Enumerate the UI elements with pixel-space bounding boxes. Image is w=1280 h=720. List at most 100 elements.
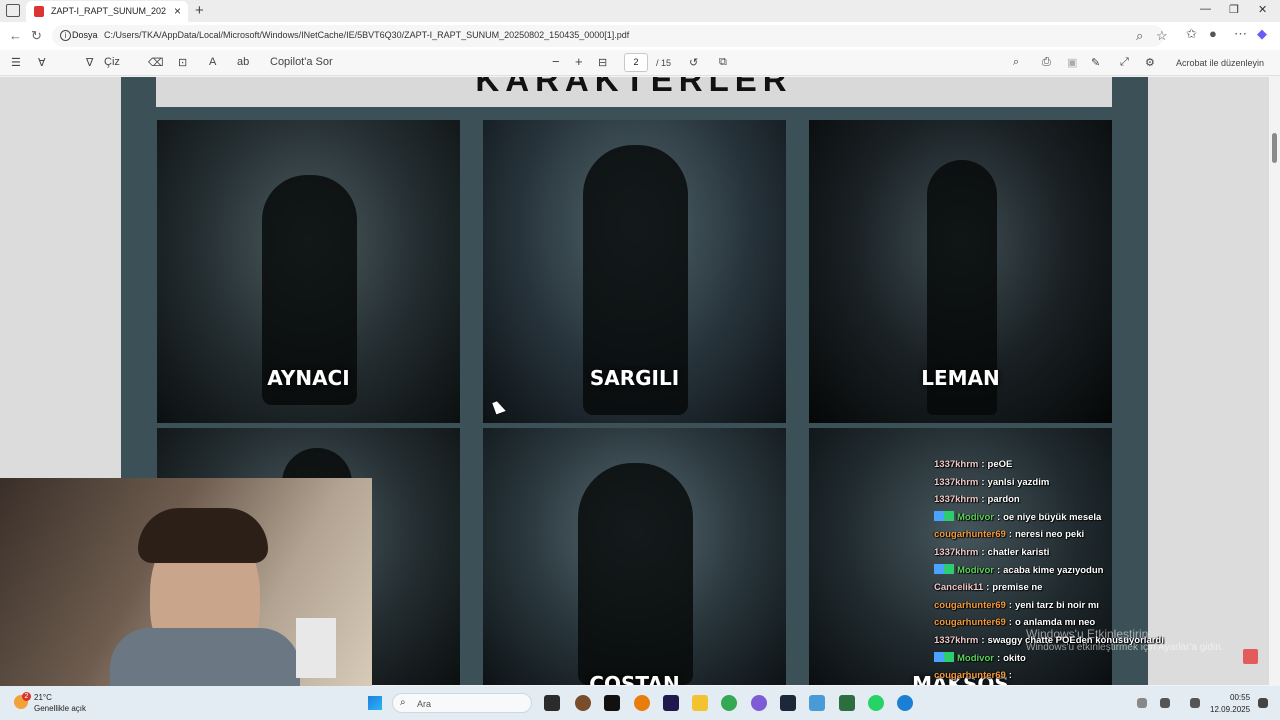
clock-time[interactable]: 00:55 — [1230, 693, 1250, 702]
info-icon[interactable]: i — [60, 30, 71, 41]
volume-icon[interactable] — [1190, 698, 1200, 708]
blender-icon[interactable] — [634, 695, 650, 711]
close-window-icon[interactable]: ✕ — [1258, 3, 1267, 16]
settings-gear-icon[interactable]: ⚙ — [1145, 56, 1155, 69]
print-icon[interactable]: ⎙ — [1042, 56, 1051, 69]
chat-username: 1337khrm — [934, 476, 979, 488]
after-effects-icon[interactable] — [663, 695, 679, 711]
character-name: AYNACI — [267, 366, 350, 390]
chrome-icon[interactable] — [721, 695, 737, 711]
contents-icon[interactable]: ☰ — [11, 56, 21, 69]
character-silhouette — [578, 463, 693, 685]
chat-separator: : — [981, 634, 985, 646]
chat-text: chatler karisti — [987, 546, 1050, 558]
task-view-icon[interactable] — [544, 695, 560, 711]
address-bar[interactable]: i Dosya C:/Users/TKA/AppData/Local/Micro… — [52, 25, 1168, 47]
app-icon[interactable] — [575, 695, 591, 711]
slide-heading: KARAKTERLER — [156, 77, 1112, 107]
eraser-icon[interactable]: ⌫ — [148, 56, 164, 69]
translate-icon[interactable]: ab — [237, 56, 249, 68]
windows-activation-watermark: Windows'u Etkinleştirin Windows'u etkinl… — [1026, 627, 1224, 653]
search-icon[interactable]: ⌕ — [1013, 56, 1019, 69]
acrobat-icon[interactable] — [1243, 649, 1258, 664]
back-icon[interactable]: ← — [9, 28, 22, 43]
save-as-icon[interactable]: ✎ — [1091, 56, 1100, 69]
tab-actions-icon[interactable] — [6, 4, 20, 17]
taskbar-search-box[interactable]: ⌕ Ara — [392, 693, 532, 713]
chat-message: cougarhunter69: — [934, 667, 1234, 685]
zoom-in-button[interactable]: + — [575, 54, 583, 69]
copilot-ask-button[interactable]: Copilot'a Sor — [270, 56, 333, 68]
app-icon[interactable] — [809, 695, 825, 711]
character-card[interactable]: AYNACI — [157, 120, 460, 423]
character-name: LEMAN — [921, 366, 1000, 390]
text-box-icon[interactable]: ⊡ — [178, 56, 187, 69]
draw-icon[interactable]: ∇ — [86, 56, 93, 69]
network-icon[interactable] — [1160, 698, 1170, 708]
more-menu-icon[interactable]: ⋯ — [1234, 26, 1247, 42]
character-card[interactable]: LEMAN — [809, 120, 1112, 423]
maximize-icon[interactable]: ❐ — [1229, 3, 1239, 16]
app-icon[interactable] — [839, 695, 855, 711]
new-tab-button[interactable]: + — [195, 2, 204, 19]
file-explorer-icon[interactable] — [692, 695, 708, 711]
chat-message: 1337khrm: pardon — [934, 491, 1234, 509]
character-card[interactable]: COSTAN — [483, 428, 786, 685]
character-card[interactable]: SARGILI — [483, 120, 786, 423]
chat-separator: : — [1008, 529, 1012, 541]
edge-icon[interactable] — [897, 695, 913, 711]
whatsapp-icon[interactable] — [868, 695, 884, 711]
chat-text: oe niye büyük mesela — [1003, 511, 1102, 523]
browser-tab[interactable]: ZAPT-I_RAPT_SUNUM_20250802_ × — [26, 1, 188, 22]
tab-close-icon[interactable]: × — [174, 4, 181, 18]
fullscreen-icon[interactable]: ⤢ — [1120, 56, 1129, 69]
favorite-star-icon[interactable]: ☆ — [1156, 28, 1168, 44]
rotate-icon[interactable]: ↺ — [689, 56, 698, 69]
chat-separator: : — [981, 459, 985, 470]
read-aloud-icon[interactable]: A — [209, 56, 216, 68]
tray-chevron-icon[interactable] — [1137, 698, 1147, 708]
unreal-icon[interactable] — [604, 695, 620, 711]
pdf-file-icon — [34, 6, 44, 17]
notification-bell-icon[interactable] — [1258, 698, 1268, 708]
minimize-icon[interactable]: — — [1200, 3, 1211, 15]
start-menu-icon[interactable] — [368, 696, 382, 710]
chat-text: premise ne — [992, 582, 1043, 594]
copilot-icon[interactable]: ◆ — [1257, 26, 1267, 42]
favorites-icon[interactable]: ✩ — [1186, 26, 1197, 42]
fit-page-icon[interactable]: ⊟ — [598, 56, 607, 69]
stream-chat-overlay: 1337khrm: peOE 1337khrm: yanlsi yazdim 1337k… — [934, 456, 1234, 720]
chat-message: 1337khrm: chatler karisti — [934, 544, 1234, 562]
clock-date[interactable]: 12.09.2025 — [1210, 705, 1250, 714]
search-icon: ⌕ — [400, 697, 406, 708]
vertical-scrollbar[interactable] — [1269, 77, 1280, 685]
chat-badge-icon — [934, 651, 954, 662]
zoom-icon[interactable]: ⌕ — [1136, 28, 1143, 44]
page-number-input[interactable]: 2 — [624, 53, 648, 72]
profile-avatar-icon[interactable]: ● — [1209, 26, 1217, 41]
highlight-icon[interactable]: ∀ — [38, 56, 46, 69]
chat-text: yeni tarz bi noir mı — [1014, 599, 1099, 611]
windows-taskbar: 2 21°C Genellikle açık ⌕ Ara 00:55 12.09… — [0, 686, 1280, 720]
chat-username: cougarhunter69 — [934, 670, 1006, 682]
url-text[interactable]: C:/Users/TKA/AppData/Local/Microsoft/Win… — [104, 30, 629, 40]
discord-icon[interactable] — [751, 695, 767, 711]
draw-label[interactable]: Çiz — [104, 56, 120, 68]
chat-separator: : — [981, 494, 985, 506]
zoom-out-button[interactable]: − — [552, 54, 560, 69]
page-view-icon[interactable]: ⧉ — [719, 56, 727, 69]
steam-icon[interactable] — [780, 695, 796, 711]
refresh-icon[interactable]: ↻ — [31, 28, 42, 44]
scrollbar-thumb[interactable] — [1272, 133, 1277, 163]
save-icon[interactable]: ▣ — [1067, 56, 1077, 69]
acrobat-edit-button[interactable]: Acrobat ile düzenleyin — [1176, 58, 1264, 68]
weather-temperature[interactable]: 21°C — [34, 693, 52, 702]
weather-badge: 2 — [22, 692, 31, 701]
chat-separator: : — [986, 582, 990, 594]
chat-username: 1337khrm — [934, 459, 979, 470]
chat-message: Modivor: acaba kime yazıyodun — [934, 562, 1234, 580]
weather-description[interactable]: Genellikle açık — [34, 704, 86, 713]
chat-separator: : — [981, 546, 985, 558]
streamer-hair — [138, 508, 268, 563]
chat-separator: : — [996, 652, 1001, 664]
